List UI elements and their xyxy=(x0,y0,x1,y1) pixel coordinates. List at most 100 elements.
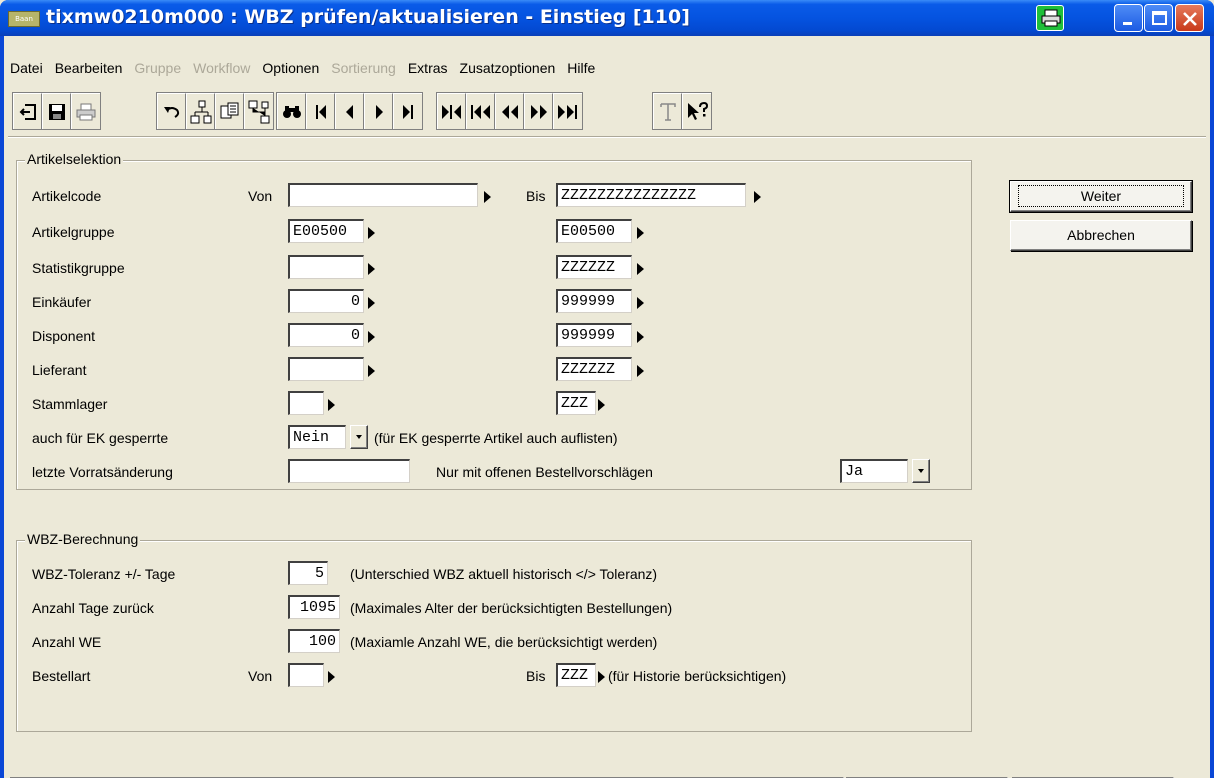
offene-bestellvorschlaege-dropdown-button[interactable] xyxy=(912,459,930,483)
artikelgruppe-from-field[interactable]: E00500 xyxy=(288,219,364,243)
exit-icon[interactable] xyxy=(13,93,42,129)
previous-record-icon[interactable] xyxy=(335,93,364,129)
zoom-arrow-icon[interactable] xyxy=(754,191,761,203)
bestellart-to-field[interactable]: ZZZ xyxy=(556,663,596,687)
menu-optionen[interactable]: Optionen xyxy=(256,56,325,78)
statistikgruppe-to-field[interactable]: ZZZZZZ xyxy=(556,255,632,279)
wbz-toleranz-hint: (Unterschied WBZ aktuell historisch </> … xyxy=(350,566,658,582)
weiter-button[interactable]: Weiter xyxy=(1010,181,1192,212)
menu-zusatzoptionen[interactable]: Zusatzoptionen xyxy=(454,56,562,78)
disponent-to-field[interactable]: 999999 xyxy=(556,323,632,347)
toolbar-separator xyxy=(8,136,1206,138)
close-icon xyxy=(1183,12,1197,26)
find-icon[interactable] xyxy=(277,93,306,129)
zoom-arrow-icon[interactable] xyxy=(368,331,375,343)
bestellart-hint: (für Historie berücksichtigen) xyxy=(608,668,787,684)
menu-extras[interactable]: Extras xyxy=(402,56,454,78)
label-einkaeufer: Einkäufer xyxy=(32,294,92,310)
artikelcode-from-field[interactable] xyxy=(288,183,478,207)
wbz-toleranz-field[interactable]: 5 xyxy=(288,561,328,585)
lieferant-to-field[interactable]: ZZZZZZ xyxy=(556,357,632,381)
insert-child-icon[interactable] xyxy=(186,93,215,129)
bestellart-from-field[interactable] xyxy=(288,663,324,687)
tage-zurueck-field[interactable]: 1095 xyxy=(288,595,340,619)
label-von: Von xyxy=(248,188,273,204)
label-bestellart-von: Von xyxy=(248,668,273,684)
ek-gesperrte-hint: (für EK gesperrte Artikel auch auflisten… xyxy=(374,430,618,446)
ek-gesperrte-dropdown-button[interactable] xyxy=(350,425,368,449)
menu-hilfe[interactable]: Hilfe xyxy=(561,56,601,78)
maximize-button[interactable] xyxy=(1144,4,1173,32)
zoom-arrow-icon[interactable] xyxy=(484,191,491,203)
label-disponent: Disponent xyxy=(32,328,96,344)
last-record-icon[interactable] xyxy=(393,93,422,129)
zoom-arrow-icon[interactable] xyxy=(637,331,644,343)
lieferant-from-field[interactable] xyxy=(288,357,364,381)
last-group-icon[interactable] xyxy=(553,93,582,129)
menu-bar: Datei Bearbeiten Gruppe Workflow Optione… xyxy=(4,56,1210,78)
next-group-icon[interactable] xyxy=(524,93,553,129)
undo-icon[interactable] xyxy=(157,93,186,129)
abbrechen-button[interactable]: Abbrechen xyxy=(1010,220,1192,251)
window-title: tixmw0210m000 : WBZ prüfen/aktualisieren… xyxy=(46,6,690,28)
disponent-from-field[interactable]: 0 xyxy=(288,323,364,347)
zoom-arrow-icon[interactable] xyxy=(328,671,335,683)
label-wbz-toleranz: WBZ-Toleranz +/- Tage xyxy=(32,566,176,582)
offene-bestellvorschlaege-select[interactable]: Ja xyxy=(840,459,908,483)
zoom-arrow-icon[interactable] xyxy=(637,227,644,239)
einkaeufer-to-field[interactable]: 999999 xyxy=(556,289,632,313)
menu-workflow[interactable]: Workflow xyxy=(187,56,256,78)
label-lieferant: Lieferant xyxy=(32,362,87,378)
weiter-button-label: Weiter xyxy=(1017,185,1185,207)
label-tage-zurueck: Anzahl Tage zurück xyxy=(32,600,154,616)
zoom-arrow-icon[interactable] xyxy=(637,297,644,309)
anzahl-we-hint: (Maxiamle Anzahl WE, die berücksichtigt … xyxy=(350,634,658,650)
artikelcode-to-field[interactable]: ZZZZZZZZZZZZZZZ xyxy=(556,183,746,207)
menu-gruppe[interactable]: Gruppe xyxy=(128,56,187,78)
menu-datei[interactable]: Datei xyxy=(4,56,49,78)
anzahl-we-field[interactable]: 100 xyxy=(288,629,340,653)
zoom-arrow-icon[interactable] xyxy=(368,297,375,309)
einkaeufer-from-field[interactable]: 0 xyxy=(288,289,364,313)
ek-gesperrte-select[interactable]: Nein xyxy=(288,425,346,449)
statistikgruppe-from-field[interactable] xyxy=(288,255,364,279)
help-pointer-icon[interactable] xyxy=(682,93,711,129)
zoom-arrow-icon[interactable] xyxy=(598,399,605,411)
label-bestellart-bis: Bis xyxy=(526,668,546,684)
copy-icon[interactable] xyxy=(215,93,244,129)
zoom-arrow-icon[interactable] xyxy=(637,365,644,377)
app-icon[interactable]: Baan xyxy=(8,11,40,27)
text-icon[interactable] xyxy=(653,93,682,129)
toolbar-group-set xyxy=(436,92,583,130)
zoom-arrow-icon[interactable] xyxy=(598,671,605,683)
zoom-arrow-icon[interactable] xyxy=(328,399,335,411)
save-icon[interactable] xyxy=(42,93,71,129)
insert-parent-icon[interactable] xyxy=(244,93,273,129)
client-area: Datei Bearbeiten Gruppe Workflow Optione… xyxy=(4,36,1210,778)
title-bar[interactable]: Baan tixmw0210m000 : WBZ prüfen/aktualis… xyxy=(0,0,1214,36)
letzte-vorratsaenderung-field[interactable] xyxy=(288,459,410,483)
stammlager-to-field[interactable]: ZZZ xyxy=(556,391,596,415)
zoom-arrow-icon[interactable] xyxy=(637,263,644,275)
label-bestellart: Bestellart xyxy=(32,668,91,684)
first-set-icon[interactable] xyxy=(437,93,466,129)
toolbar-group-help xyxy=(652,92,712,130)
print-icon[interactable] xyxy=(71,93,100,129)
print-icon[interactable] xyxy=(1036,5,1064,31)
label-stammlager: Stammlager xyxy=(32,396,108,412)
menu-sortierung[interactable]: Sortierung xyxy=(325,56,402,78)
artikelgruppe-to-field[interactable]: E00500 xyxy=(556,219,632,243)
zoom-arrow-icon[interactable] xyxy=(368,263,375,275)
first-record-icon[interactable] xyxy=(306,93,335,129)
close-button[interactable] xyxy=(1175,4,1204,32)
zoom-arrow-icon[interactable] xyxy=(368,227,375,239)
abbrechen-button-label: Abbrechen xyxy=(1067,227,1135,243)
next-record-icon[interactable] xyxy=(364,93,393,129)
zoom-arrow-icon[interactable] xyxy=(368,365,375,377)
stammlager-from-field[interactable] xyxy=(288,391,324,415)
menu-bearbeiten[interactable]: Bearbeiten xyxy=(49,56,129,78)
minimize-button[interactable] xyxy=(1114,4,1143,32)
label-artikelcode: Artikelcode xyxy=(32,188,102,204)
previous-group-icon[interactable] xyxy=(495,93,524,129)
previous-set-icon[interactable] xyxy=(466,93,495,129)
